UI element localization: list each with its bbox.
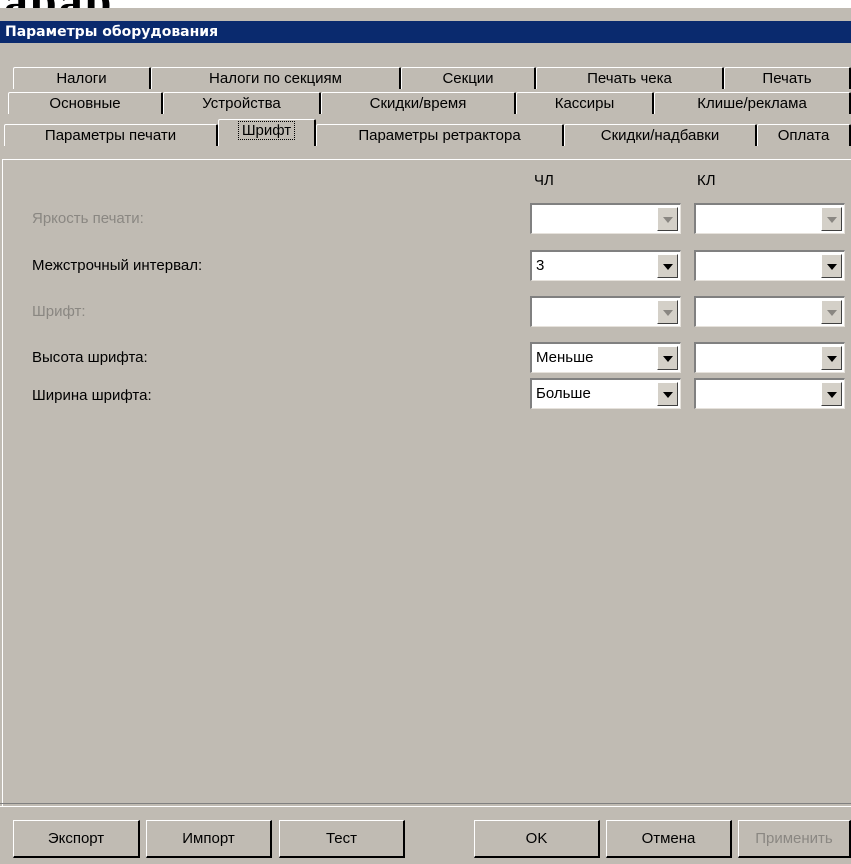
title-bar[interactable]: Параметры оборудования <box>0 21 851 43</box>
font-height-kl-select[interactable] <box>694 342 845 373</box>
column-header-chl: ЧЛ <box>534 172 554 189</box>
bottom-separator <box>0 803 851 807</box>
tab-parametry-retraktora[interactable]: Параметры ретрактора <box>316 124 564 146</box>
apply-button: Применить <box>738 820 851 858</box>
tab-ustroystva[interactable]: Устройства <box>163 92 321 114</box>
font-width-kl-select[interactable] <box>694 378 845 409</box>
tab-osnovnye[interactable]: Основные <box>8 92 163 114</box>
chevron-down-icon <box>821 300 842 324</box>
import-button[interactable]: Импорт <box>146 820 272 858</box>
tab-shrift[interactable]: Шрифт <box>218 119 316 146</box>
label-print-brightness: Яркость печати: <box>32 210 144 227</box>
tab-skidki-nadbavki[interactable]: Скидки/надбавки <box>564 124 757 146</box>
label-font-width: Ширина шрифта: <box>32 387 152 404</box>
tab-pechat[interactable]: Печать <box>724 67 851 89</box>
test-button[interactable]: Тест <box>279 820 405 858</box>
chevron-down-icon <box>821 207 842 231</box>
export-button[interactable]: Экспорт <box>13 820 140 858</box>
cropped-heading-fragment: арар <box>4 0 113 8</box>
label-font-height: Высота шрифта: <box>32 349 148 366</box>
chevron-down-icon[interactable] <box>657 254 678 278</box>
chevron-down-icon[interactable] <box>657 382 678 406</box>
chevron-down-icon <box>657 207 678 231</box>
tab-klishe-reklama[interactable]: Клише/реклама <box>654 92 851 114</box>
tab-parametry-pechati[interactable]: Параметры печати <box>4 124 218 146</box>
tab-nalogi-po-sekciyam[interactable]: Налоги по секциям <box>151 67 401 89</box>
tab-pechat-cheka[interactable]: Печать чека <box>536 67 724 89</box>
font-height-chl-select[interactable]: Меньше <box>530 342 681 373</box>
cancel-button[interactable]: Отмена <box>606 820 732 858</box>
tab-nalogi[interactable]: Налоги <box>13 67 151 89</box>
print-brightness-chl-select <box>530 203 681 234</box>
chevron-down-icon[interactable] <box>657 346 678 370</box>
chevron-down-icon[interactable] <box>821 254 842 278</box>
tab-skidki-vremya[interactable]: Скидки/время <box>321 92 516 114</box>
font-kl-select <box>694 296 845 327</box>
tab-oplata[interactable]: Оплата <box>757 124 851 146</box>
column-header-kl: КЛ <box>697 172 716 189</box>
line-spacing-kl-select[interactable] <box>694 250 845 281</box>
ok-button[interactable]: OK <box>474 820 600 858</box>
chevron-down-icon[interactable] <box>821 382 842 406</box>
chevron-down-icon[interactable] <box>821 346 842 370</box>
label-font: Шрифт: <box>32 303 86 320</box>
print-brightness-kl-select <box>694 203 845 234</box>
font-width-chl-select[interactable]: Больше <box>530 378 681 409</box>
line-spacing-chl-select[interactable]: 3 <box>530 250 681 281</box>
label-line-spacing: Межстрочный интервал: <box>32 257 203 274</box>
chevron-down-icon <box>657 300 678 324</box>
font-chl-select <box>530 296 681 327</box>
window-title: Параметры оборудования <box>5 24 219 40</box>
tab-kassiry[interactable]: Кассиры <box>516 92 654 114</box>
tab-sekcii[interactable]: Секции <box>401 67 536 89</box>
equipment-parameters-window: Параметры оборудования Налоги Налоги по … <box>0 8 851 864</box>
